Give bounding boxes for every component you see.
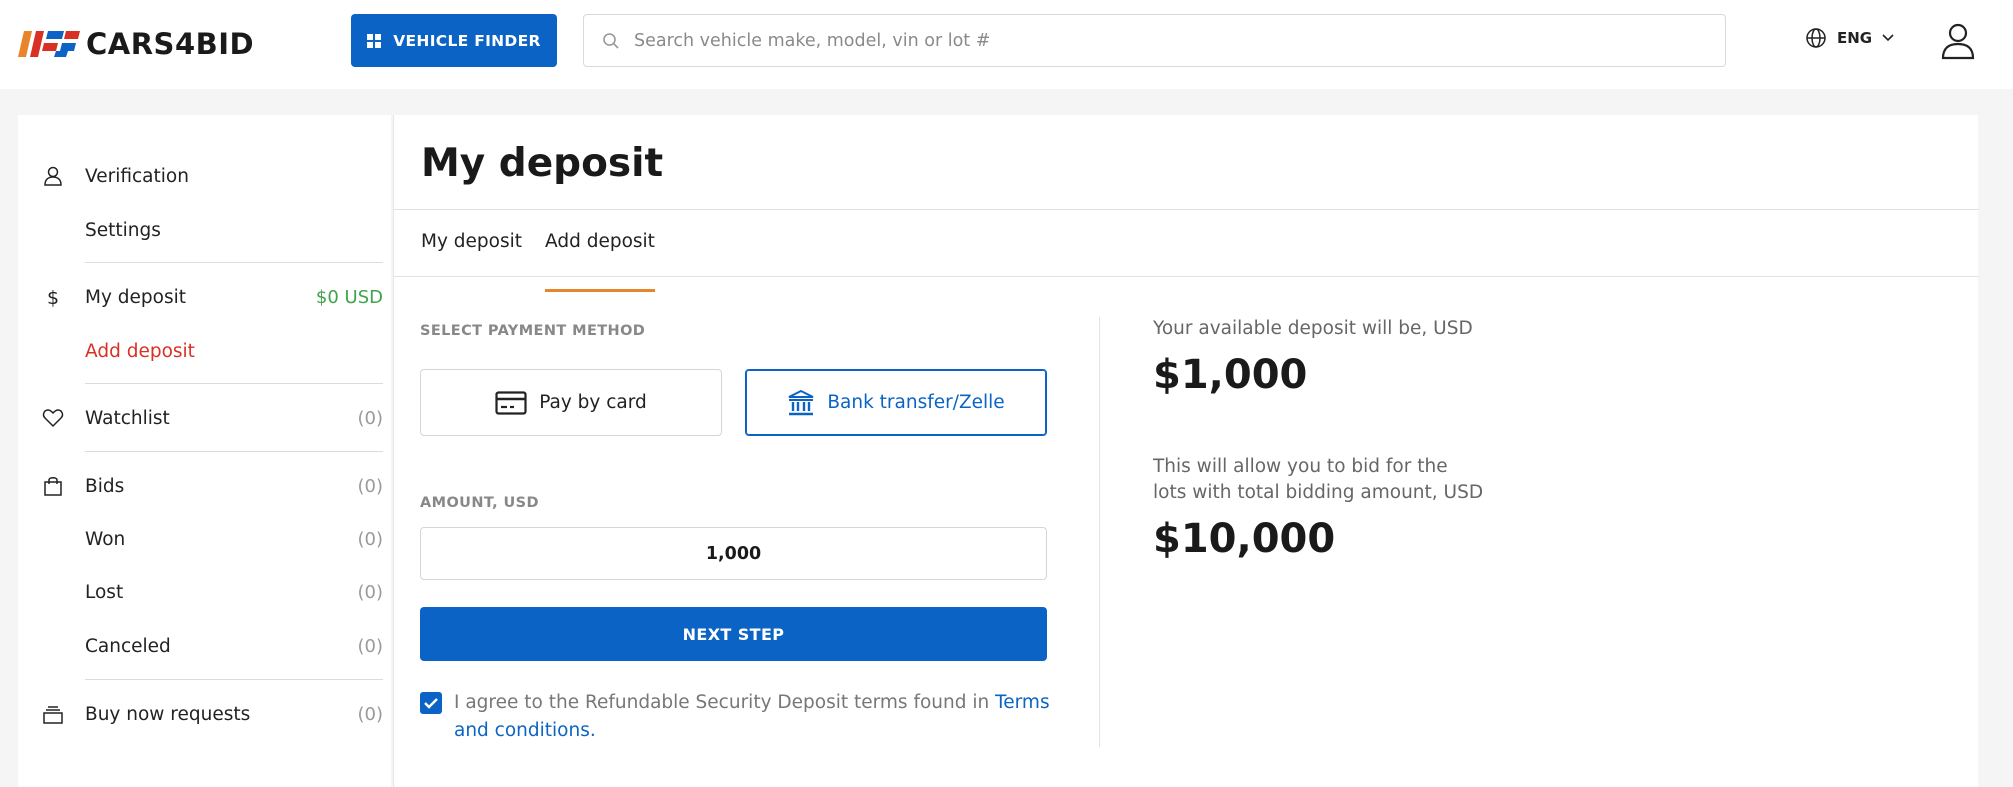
- sidebar-item-label: Verification: [85, 165, 189, 187]
- language-label: ENG: [1837, 29, 1873, 47]
- tab-add-deposit[interactable]: Add deposit: [545, 231, 655, 292]
- dollar-icon: $: [47, 287, 59, 308]
- checkmark-icon: [424, 698, 438, 709]
- svg-text:$: $: [47, 287, 59, 308]
- grid-icon: [367, 33, 382, 48]
- language-selector[interactable]: ENG: [1805, 27, 1894, 49]
- sidebar-item-label: Canceled: [85, 635, 171, 657]
- search-input[interactable]: [634, 30, 1714, 51]
- divider: [85, 262, 383, 263]
- sidebar-item-add-deposit[interactable]: Add deposit: [18, 331, 391, 371]
- sidebar-item-my-deposit[interactable]: $ My deposit $0 USD: [18, 277, 391, 317]
- sidebar-item-settings[interactable]: Settings: [18, 210, 391, 250]
- vertical-divider: [1099, 317, 1100, 747]
- sidebar-item-label: Watchlist: [85, 407, 170, 429]
- agree-checkbox[interactable]: [420, 692, 442, 714]
- item-count: (0): [357, 635, 384, 657]
- available-deposit-label: Your available deposit will be, USD: [1153, 318, 1473, 339]
- agree-text: I agree to the Refundable Security Depos…: [454, 692, 996, 713]
- next-step-button[interactable]: NEXT STEP: [420, 607, 1047, 661]
- agree-text-block: I agree to the Refundable Security Depos…: [420, 689, 1060, 745]
- amount-value: 1,000: [705, 543, 762, 564]
- logo-text: CARS4BID: [86, 27, 255, 61]
- sidebar-item-bids[interactable]: Bids (0): [18, 466, 391, 506]
- sidebar-item-watchlist[interactable]: Watchlist (0): [18, 398, 391, 438]
- sidebar: Verification Settings $ My deposit $0 US…: [18, 115, 391, 787]
- agree-end: .: [589, 720, 596, 741]
- heart-icon: [42, 409, 64, 428]
- main-content: My deposit My deposit Add deposit SELECT…: [393, 115, 1979, 787]
- divider: [85, 451, 383, 452]
- sidebar-item-won[interactable]: Won (0): [18, 519, 391, 559]
- sidebar-item-label: Buy now requests: [85, 703, 251, 725]
- deposit-balance: $0 USD: [315, 286, 383, 308]
- search-bar[interactable]: [583, 14, 1726, 67]
- credit-card-icon: [495, 390, 527, 415]
- item-count: (0): [357, 407, 384, 429]
- vehicle-finder-button[interactable]: VEHICLE FINDER: [351, 14, 557, 67]
- pay-by-card-label: Pay by card: [539, 392, 647, 413]
- sidebar-item-label: Add deposit: [85, 340, 195, 362]
- item-count: (0): [357, 703, 384, 725]
- sidebar-item-verification[interactable]: Verification: [18, 156, 391, 196]
- globe-icon: [1806, 28, 1826, 48]
- payment-method-label: SELECT PAYMENT METHOD: [420, 323, 646, 339]
- user-account-icon[interactable]: [1941, 22, 1975, 60]
- tab-my-deposit[interactable]: My deposit: [421, 231, 522, 292]
- shopping-bag-icon: [44, 477, 62, 496]
- logo-icon: [18, 31, 80, 57]
- sidebar-item-canceled[interactable]: Canceled (0): [18, 626, 391, 666]
- sidebar-item-label: Lost: [85, 581, 124, 603]
- pay-by-card-button[interactable]: Pay by card: [420, 369, 722, 436]
- chevron-down-icon: [1882, 34, 1894, 42]
- available-deposit-amount: $1,000: [1153, 352, 1308, 398]
- amount-input[interactable]: 1,000: [420, 527, 1047, 580]
- divider: [394, 209, 1979, 210]
- terms-agreement: I agree to the Refundable Security Depos…: [420, 689, 1060, 745]
- divider: [85, 679, 383, 680]
- next-step-label: NEXT STEP: [682, 624, 785, 644]
- divider: [85, 383, 383, 384]
- top-bar: CARS4BID VEHICLE FINDER ENG: [0, 0, 2013, 89]
- sidebar-item-label: Won: [85, 528, 126, 550]
- bank-transfer-button[interactable]: Bank transfer/Zelle: [745, 369, 1047, 436]
- item-count: (0): [357, 475, 384, 497]
- tabs-divider: [394, 276, 1979, 277]
- item-count: (0): [357, 581, 384, 603]
- item-count: (0): [357, 528, 384, 550]
- amount-label: AMOUNT, USD: [420, 495, 539, 511]
- logo[interactable]: CARS4BID: [18, 26, 254, 62]
- sidebar-item-buy-now-requests[interactable]: Buy now requests (0): [18, 694, 391, 734]
- sidebar-item-label: Settings: [85, 219, 161, 241]
- vehicle-finder-label: VEHICLE FINDER: [393, 31, 541, 50]
- bid-allowance-line1: This will allow you to bid for the: [1153, 456, 1448, 477]
- person-icon: [44, 166, 62, 186]
- page-title: My deposit: [421, 141, 664, 186]
- sidebar-item-label: My deposit: [85, 286, 187, 308]
- bidding-amount: $10,000: [1153, 516, 1336, 562]
- stack-icon: [43, 706, 63, 724]
- bank-icon: [788, 389, 814, 415]
- sidebar-item-lost[interactable]: Lost (0): [18, 572, 391, 612]
- bid-allowance-line2: lots with total bidding amount, USD: [1153, 482, 1484, 503]
- search-icon: [603, 32, 619, 49]
- sidebar-item-label: Bids: [85, 475, 125, 497]
- bank-transfer-label: Bank transfer/Zelle: [827, 392, 1005, 413]
